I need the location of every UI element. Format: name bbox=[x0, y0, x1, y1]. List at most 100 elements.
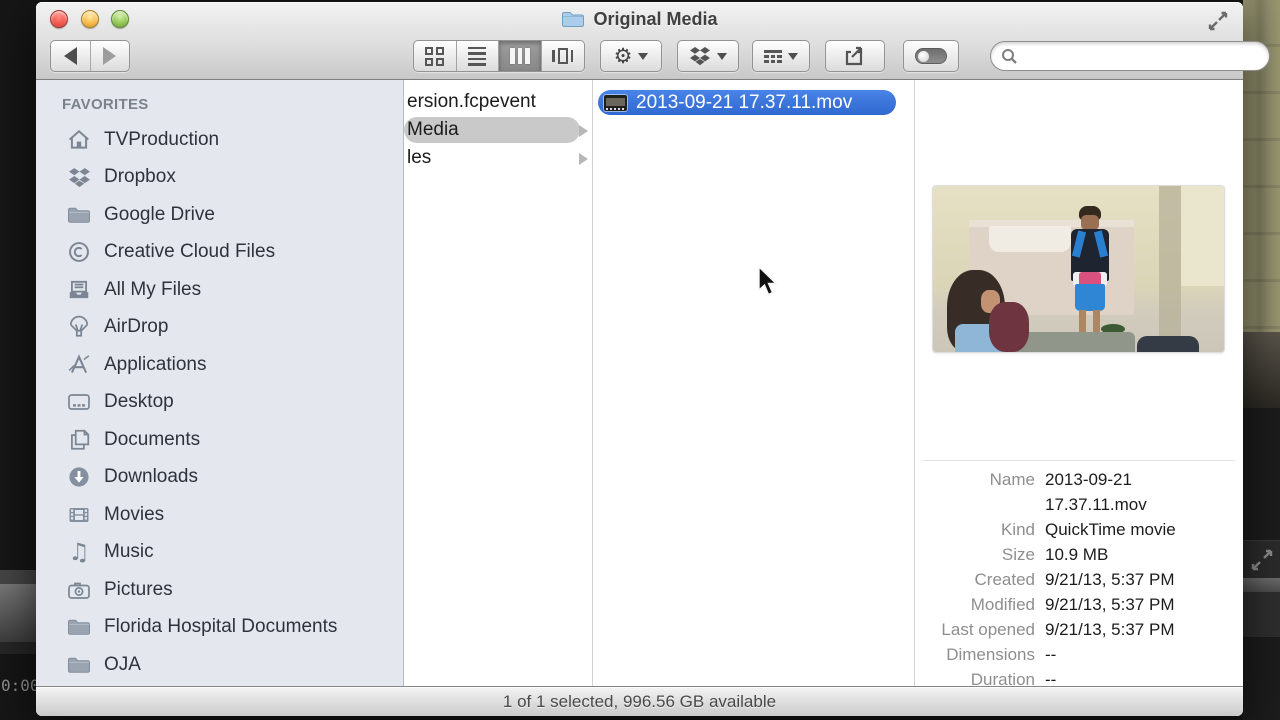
arrange-icon bbox=[764, 49, 782, 63]
browser-column-1: ersion.fcpevent Media les bbox=[404, 80, 593, 686]
sidebar-item-downloads[interactable]: Downloads bbox=[36, 459, 403, 497]
window-header: Original Media ⚙ bbox=[36, 2, 1270, 80]
sidebar-item-dropbox[interactable]: Dropbox bbox=[36, 159, 403, 197]
toggle-button[interactable] bbox=[903, 40, 959, 72]
sidebar-item-label: Downloads bbox=[104, 466, 198, 488]
folder-item-label: les bbox=[407, 147, 432, 168]
sidebar-item-google-drive[interactable]: Google Drive bbox=[36, 196, 403, 234]
fullscreen-icon[interactable] bbox=[1207, 10, 1229, 32]
sidebar-item-label: Google Drive bbox=[104, 203, 215, 225]
metadata-value: 9/21/13, 5:37 PM bbox=[1045, 595, 1175, 614]
disclosure-arrow-icon bbox=[579, 153, 588, 165]
background-panel-strip bbox=[0, 584, 36, 642]
dropbox-icon bbox=[66, 165, 92, 189]
status-text: 1 of 1 selected, 996.56 GB available bbox=[502, 691, 777, 711]
file-item-fcpevent[interactable]: ersion.fcpevent bbox=[404, 88, 592, 116]
expand-arrows-icon bbox=[1251, 549, 1272, 571]
share-button[interactable] bbox=[825, 40, 885, 72]
grid-view-icon bbox=[425, 46, 445, 66]
sidebar-item-airdrop[interactable]: AirDrop bbox=[36, 309, 403, 347]
metadata-row: Last opened 9/21/13, 5:37 PM bbox=[923, 617, 1235, 642]
preview-thumbnail[interactable] bbox=[933, 186, 1224, 352]
toggle-switch-icon bbox=[915, 48, 947, 64]
metadata-value: 9/21/13, 5:37 PM bbox=[1045, 620, 1175, 639]
search-field[interactable] bbox=[990, 41, 1270, 71]
background-toolbar-cell bbox=[1243, 592, 1280, 638]
background-right-panel bbox=[1243, 0, 1280, 720]
background-toolbar-cell bbox=[1243, 540, 1280, 578]
selected-file-row[interactable]: 2013-09-21 17.37.11.mov bbox=[598, 90, 896, 115]
pictures-icon bbox=[66, 578, 92, 602]
applications-icon bbox=[66, 353, 92, 377]
folder-item-media[interactable]: Media bbox=[404, 116, 592, 144]
background-divider bbox=[0, 570, 36, 584]
folder-icon bbox=[561, 10, 585, 28]
sidebar-item-label: Documents bbox=[104, 428, 201, 450]
chevron-down-icon bbox=[717, 52, 727, 60]
sidebar-item-applications[interactable]: Applications bbox=[36, 346, 403, 384]
preview-pane: Name 2013-09-21 17.37.11.mov Kind QuickT… bbox=[915, 80, 1243, 689]
chevron-down-icon bbox=[788, 52, 798, 60]
list-view-button[interactable] bbox=[457, 41, 499, 71]
search-input[interactable] bbox=[1024, 44, 1269, 68]
sidebar-item-pictures[interactable]: Pictures bbox=[36, 571, 403, 609]
home-icon bbox=[66, 128, 92, 152]
sidebar-item-creative-cloud[interactable]: Creative Cloud Files bbox=[36, 234, 403, 272]
metadata-row: Created 9/21/13, 5:37 PM bbox=[923, 567, 1235, 592]
coverflow-view-button[interactable] bbox=[542, 41, 584, 71]
sidebar-item-label: Movies bbox=[104, 503, 165, 525]
metadata-label: Dimensions bbox=[946, 645, 1035, 664]
metadata-label: Last opened bbox=[941, 620, 1035, 639]
gear-icon: ⚙ bbox=[613, 43, 633, 68]
sidebar-item-label: Creative Cloud Files bbox=[104, 241, 276, 263]
column-view-button[interactable] bbox=[499, 41, 542, 71]
all-my-files-icon bbox=[66, 278, 92, 302]
folder-item-render-files[interactable]: les bbox=[404, 144, 592, 172]
airdrop-icon bbox=[66, 315, 92, 339]
background-left-panel: 0:00:2 bbox=[0, 0, 59, 720]
sidebar-item-desktop[interactable]: Desktop bbox=[36, 384, 403, 422]
finder-window: Original Media ⚙ FAVORITES TVProduction … bbox=[36, 2, 1270, 716]
column-view-icon bbox=[510, 48, 530, 64]
window-content: FAVORITES TVProduction Dropbox Google Dr… bbox=[36, 80, 1243, 689]
back-button[interactable] bbox=[51, 41, 90, 71]
sidebar-item-label: AirDrop bbox=[104, 316, 169, 338]
metadata-value: 2013-09-21 17.37.11.mov bbox=[1045, 470, 1147, 514]
metadata-value: 9/21/13, 5:37 PM bbox=[1045, 570, 1175, 589]
sidebar-item-documents[interactable]: Documents bbox=[36, 421, 403, 459]
forward-button[interactable] bbox=[90, 41, 129, 71]
sidebar-item-label: Florida Hospital Documents bbox=[104, 616, 338, 638]
screen: 0:00:2 Original Media ⚙ FAVORITES TVProd… bbox=[0, 0, 1280, 720]
sidebar-item-label: OJA bbox=[104, 653, 141, 675]
sidebar-item-music[interactable]: ♫ Music bbox=[36, 534, 403, 572]
forward-icon bbox=[103, 47, 117, 65]
folder-icon bbox=[66, 615, 92, 639]
sidebar-item-florida-hospital-documents[interactable]: Florida Hospital Documents bbox=[36, 609, 403, 647]
folder-item-label: Media bbox=[407, 119, 459, 140]
sidebar-item-all-my-files[interactable]: All My Files bbox=[36, 271, 403, 309]
sidebar-item-movies[interactable]: Movies bbox=[36, 496, 403, 534]
sidebar-item-tvproduction[interactable]: TVProduction bbox=[36, 121, 403, 159]
sidebar-item-label: Applications bbox=[104, 353, 207, 375]
share-icon bbox=[845, 46, 863, 66]
metadata-label: Kind bbox=[1000, 520, 1035, 539]
metadata-label: Created bbox=[974, 570, 1035, 589]
browser-column-2: 2013-09-21 17.37.11.mov bbox=[593, 80, 915, 686]
nav-buttons bbox=[50, 40, 130, 72]
sidebar-item-label: Music bbox=[104, 541, 154, 563]
action-menu-button[interactable]: ⚙ bbox=[600, 40, 662, 72]
background-toolbar-divider bbox=[1243, 578, 1280, 592]
downloads-icon bbox=[66, 465, 92, 489]
icon-view-button[interactable] bbox=[414, 41, 457, 71]
status-bar: 1 of 1 selected, 996.56 GB available bbox=[36, 686, 1243, 716]
music-icon: ♫ bbox=[68, 538, 90, 567]
dropbox-menu-button[interactable] bbox=[677, 40, 739, 72]
folder-icon bbox=[66, 203, 92, 227]
sidebar: FAVORITES TVProduction Dropbox Google Dr… bbox=[36, 80, 404, 686]
arrange-menu-button[interactable] bbox=[752, 40, 810, 72]
disclosure-arrow-icon bbox=[579, 125, 588, 137]
dropbox-icon bbox=[690, 47, 710, 66]
sidebar-item-oja[interactable]: OJA bbox=[36, 646, 403, 684]
metadata-row: Kind QuickTime movie bbox=[923, 517, 1235, 542]
folder-icon bbox=[66, 653, 92, 677]
